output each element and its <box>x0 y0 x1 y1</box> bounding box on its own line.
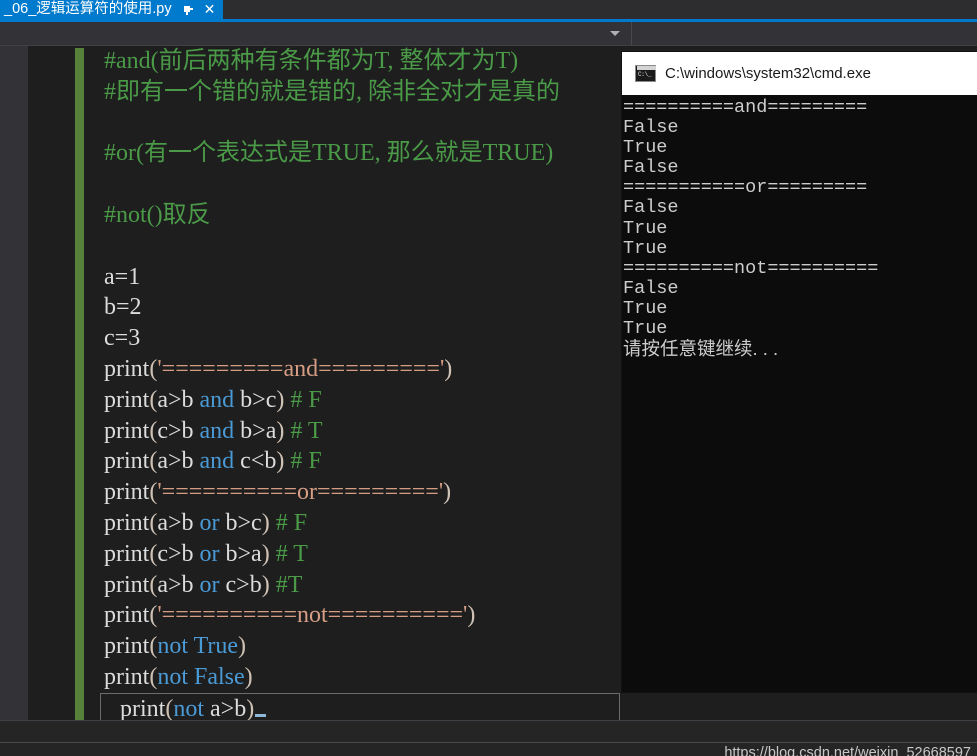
code-token-func: print <box>120 695 166 720</box>
code-token-func: print <box>104 479 150 506</box>
code-token-func: print <box>104 417 150 444</box>
code-token-comment: #or(有一个表达式是TRUE, 那么就是TRUE) <box>104 140 554 167</box>
code-token-expr: a>b <box>157 448 200 475</box>
code-token-expr: c<b <box>234 448 277 475</box>
code-token-expr: c>b <box>219 571 262 598</box>
console-line: False <box>623 197 679 219</box>
blog-watermark: https://blog.csdn.net/weixin_52668597 <box>724 745 971 756</box>
code-token-expr: b>a <box>219 540 262 567</box>
code-token-func: print <box>104 540 150 567</box>
code-token-string: '==========or=========' <box>157 479 444 506</box>
code-token-paren: ) <box>261 540 270 567</box>
code-token-keyword: and <box>199 448 235 475</box>
code-token-paren: ) <box>443 479 452 506</box>
code-token-string: '==========not==========' <box>157 602 468 629</box>
console-line-prompt: 请按任意键继续. . . <box>623 338 779 360</box>
code-token-comment: #T <box>275 571 303 598</box>
console-line: ==========not========== <box>623 257 879 279</box>
code-token-assignment: a=1 <box>104 263 141 290</box>
console-line: True <box>623 137 668 159</box>
code-token-comment: # F <box>290 386 322 413</box>
tab-strip: _06_逻辑运算符的使用.py ✕ <box>0 0 977 19</box>
text-caret <box>255 713 267 717</box>
navigation-bar <box>0 22 977 46</box>
code-token-keyword: not <box>173 695 204 720</box>
code-token-keyword: or <box>199 571 220 598</box>
change-bar <box>75 46 84 720</box>
code-token-comment: # T <box>275 540 308 567</box>
code-token-paren: ) <box>246 695 255 720</box>
code-token-func: print <box>104 386 150 413</box>
code-token-comment: # F <box>290 448 322 475</box>
console-line: False <box>623 277 679 299</box>
code-token-keyword: or <box>199 509 220 536</box>
code-token-literal: False <box>194 663 245 690</box>
console-line: True <box>623 237 668 259</box>
code-token-func: print <box>104 633 150 660</box>
code-token-func: print <box>104 663 150 690</box>
code-token-keyword: and <box>199 386 235 413</box>
code-token-expr: a>b <box>157 386 200 413</box>
code-token-assignment: c=3 <box>104 325 141 352</box>
code-token-func: print <box>104 571 150 598</box>
code-token-keyword: not <box>157 663 188 690</box>
code-token-comment: # F <box>275 509 308 536</box>
code-token-paren: ) <box>444 355 453 382</box>
code-token-string: '=========and=========' <box>157 355 445 382</box>
code-token-expr: c>b <box>157 417 200 444</box>
code-token-keyword: not <box>157 633 188 660</box>
code-token-expr: b>c <box>234 386 277 413</box>
code-token-paren: ) <box>244 663 253 690</box>
code-token-func: print <box>104 448 150 475</box>
code-token-expr: b>c <box>219 509 262 536</box>
console-line: False <box>623 117 679 139</box>
close-icon[interactable]: ✕ <box>204 0 216 19</box>
code-token-paren: ) <box>261 571 270 598</box>
console-line: ===========or========= <box>623 177 868 199</box>
code-token-paren: ) <box>238 633 247 660</box>
console-line: True <box>623 318 668 340</box>
change-bar-modified <box>75 48 84 720</box>
cmd-icon: C:\_ <box>635 65 656 82</box>
console-line: True <box>623 217 668 239</box>
tab-title: _06_逻辑运算符的使用.py <box>4 1 172 17</box>
status-bar-divider <box>0 742 977 743</box>
console-title-bar[interactable]: C:\_ C:\windows\system32\cmd.exe <box>622 52 977 95</box>
code-token-expr: a>b <box>157 509 200 536</box>
code-token-comment: #and(前后两种有条件都为T, 整体才为T) <box>104 48 519 74</box>
code-token-expr: c>b <box>157 540 200 567</box>
pin-icon[interactable] <box>181 3 195 17</box>
editor-indicator-margin <box>0 46 28 720</box>
cmd-console-window[interactable]: C:\_ C:\windows\system32\cmd.exe =======… <box>622 52 977 692</box>
code-token-expr: a>b <box>210 695 247 720</box>
status-bar: https://blog.csdn.net/weixin_52668597 <box>0 720 977 756</box>
secondary-dropdown[interactable] <box>633 22 977 45</box>
console-output: ==========and========= False True False ====… <box>622 95 977 359</box>
code-token-func: print <box>104 355 150 382</box>
code-token-paren: ) <box>467 602 476 629</box>
code-line-current[interactable]: print(not a>b) <box>100 692 620 720</box>
console-title-text: C:\windows\system32\cmd.exe <box>665 65 871 82</box>
code-token-paren: ) <box>261 509 270 536</box>
code-token-keyword: and <box>199 417 235 444</box>
tab-file-active[interactable]: _06_逻辑运算符的使用.py ✕ <box>0 0 224 19</box>
code-token-keyword: or <box>199 540 220 567</box>
code-token-func: print <box>104 509 150 536</box>
console-line: ==========and========= <box>623 97 868 118</box>
editor-gutter[interactable] <box>28 46 75 720</box>
code-token-comment: #not()取反 <box>104 201 211 228</box>
ide-window: _06_逻辑运算符的使用.py ✕ #and(前后两种有条件都为T, 整体才为T… <box>0 0 977 756</box>
code-token-func: print <box>104 602 150 629</box>
console-line: True <box>623 297 668 319</box>
member-dropdown[interactable] <box>0 22 632 45</box>
code-token-literal: True <box>193 633 239 660</box>
code-token-comment: # T <box>290 417 323 444</box>
chevron-down-icon[interactable] <box>610 31 620 36</box>
code-token-expr: a>b <box>157 571 200 598</box>
console-line: False <box>623 157 679 179</box>
code-token-comment: #即有一个错的就是错的, 除非全对才是真的 <box>104 78 560 105</box>
code-token-assignment: b=2 <box>104 294 142 321</box>
code-token-expr: b>a <box>234 417 277 444</box>
